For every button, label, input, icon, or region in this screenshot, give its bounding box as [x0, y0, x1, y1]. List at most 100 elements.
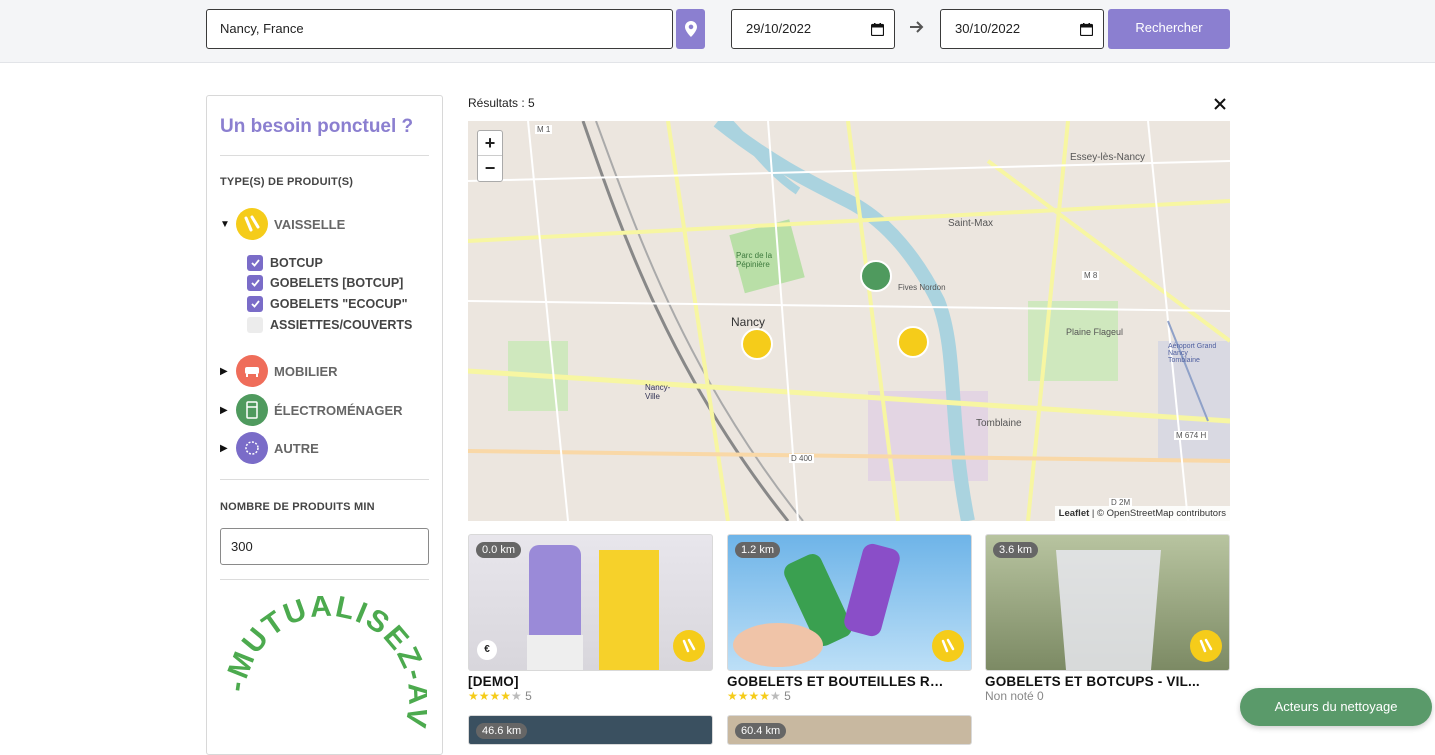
sofa-icon	[236, 355, 268, 387]
map-label: Nancy-Ville	[645, 383, 671, 401]
card-title[interactable]: GOBELETS ET BOUTEILLES RÉ...	[727, 674, 947, 689]
map-label: M 1	[535, 125, 553, 134]
result-card[interactable]: 46.6 km	[468, 715, 713, 745]
fridge-icon	[236, 394, 268, 426]
map-label: Nancy	[731, 315, 766, 329]
map-label: Aéroport Grand Nancy Tomblaine	[1168, 343, 1217, 364]
close-icon[interactable]	[1213, 97, 1227, 111]
calendar-icon[interactable]	[1080, 23, 1093, 36]
leaflet-link[interactable]: Leaflet	[1059, 508, 1090, 519]
map-label: Tomblaine	[976, 418, 1022, 429]
collapsed-triangle-icon[interactable]: ▶	[220, 405, 230, 416]
category-label: ÉLECTROMÉNAGER	[274, 402, 403, 418]
zoom-controls: + −	[477, 130, 503, 182]
map-label: Essey-lès-Nancy	[1070, 152, 1146, 163]
subitem-gobelets-botcup[interactable]: GOBELETS [BOTCUP]	[247, 274, 403, 292]
arrow-right-icon	[910, 21, 924, 33]
category-autre[interactable]: ▶ AUTRE	[220, 431, 319, 465]
subitem-assiettes[interactable]: ASSIETTES/COUVERTS	[247, 316, 412, 334]
card-rating: Non noté 0	[985, 689, 1230, 703]
distance-badge: 1.2 km	[735, 542, 781, 558]
checkbox[interactable]	[247, 317, 263, 333]
map-label: M 8	[1082, 271, 1100, 280]
min-products-input[interactable]: 300	[220, 528, 429, 565]
distance-badge: 0.0 km	[476, 542, 522, 558]
card-title[interactable]: GOBELETS ET BOTCUPS - VIL...	[985, 674, 1205, 689]
map-label: Fives Nordon	[898, 283, 946, 292]
map-marker-botcup-icon[interactable]	[860, 260, 892, 292]
cup-category-icon	[932, 630, 964, 662]
card-image[interactable]: 1.2 km	[727, 534, 972, 671]
results-map[interactable]: Nancy Saint-Max Essey-lès-Nancy Fives No…	[468, 121, 1230, 521]
divider	[220, 479, 429, 480]
divider	[220, 579, 429, 580]
end-date-input[interactable]: 30/10/2022	[940, 9, 1104, 49]
distance-badge: 46.6 km	[476, 723, 528, 739]
zoom-in-button[interactable]: +	[478, 131, 502, 156]
price-badge: €	[477, 640, 497, 660]
cup-category-icon	[673, 630, 705, 662]
rating-value: 5	[784, 689, 791, 703]
subitem-label: BOTCUP	[270, 256, 323, 270]
location-input[interactable]: Nancy, France	[206, 9, 673, 49]
subitem-label: GOBELETS "ECOCUP"	[270, 297, 408, 311]
category-electromenager[interactable]: ▶ ÉLECTROMÉNAGER	[220, 393, 403, 427]
map-label: M 674 H	[1174, 431, 1209, 440]
attribution-text: | © OpenStreetMap contributors	[1091, 508, 1226, 519]
category-label: MOBILIER	[274, 363, 338, 379]
zoom-out-button[interactable]: −	[478, 156, 502, 181]
mutualisez-stamp-logo: -MUTUALISEZ-AV	[227, 596, 427, 732]
result-card[interactable]: 60.4 km	[727, 715, 972, 745]
map-label: Saint-Max	[948, 218, 994, 229]
card-rating: ★★★★★ 5	[468, 689, 713, 703]
svg-text:-MUTUALISEZ-AV: -MUTUALISEZ-AV	[227, 596, 427, 732]
card-title[interactable]: [DEMO]	[468, 674, 688, 689]
rating-value: 5	[525, 689, 532, 703]
cup-icon	[236, 208, 268, 240]
calendar-icon[interactable]	[871, 23, 884, 36]
map-attribution: Leaflet | © OpenStreetMap contributors	[1054, 506, 1230, 521]
cup-category-icon	[1190, 630, 1222, 662]
sidebar-title: Un besoin ponctuel ?	[220, 116, 414, 137]
results-count: Résultats : 5	[468, 96, 535, 110]
card-image[interactable]: 3.6 km	[985, 534, 1230, 671]
expanded-triangle-icon[interactable]: ▼	[220, 219, 230, 230]
subitem-botcup[interactable]: BOTCUP	[247, 254, 323, 272]
map-label: Plaine Flageul	[1066, 327, 1124, 337]
collapsed-triangle-icon[interactable]: ▶	[220, 366, 230, 377]
distance-badge: 3.6 km	[993, 542, 1039, 558]
search-button[interactable]: Rechercher	[1108, 9, 1230, 49]
star-rating-icon: ★★★★★	[727, 689, 781, 703]
product-types-heading: TYPE(S) DE PRODUIT(S)	[220, 176, 354, 188]
map-tiles	[468, 121, 1230, 521]
distance-badge: 60.4 km	[735, 723, 787, 739]
map-marker-cup-icon[interactable]	[897, 326, 929, 358]
card-image[interactable]: 0.0 km €	[468, 534, 713, 671]
other-icon	[236, 432, 268, 464]
divider	[220, 155, 429, 156]
result-card[interactable]: 3.6 km GOBELETS ET BOTCUPS - VIL... Non …	[985, 534, 1230, 703]
star-rating-icon: ★★★★★	[468, 689, 522, 703]
min-products-heading: NOMBRE DE PRODUITS MIN	[220, 501, 375, 513]
checkbox[interactable]	[247, 275, 263, 291]
subitem-label: ASSIETTES/COUVERTS	[270, 318, 413, 332]
checkbox[interactable]	[247, 255, 263, 271]
geolocate-button[interactable]	[676, 9, 705, 49]
filter-sidebar: Un besoin ponctuel ? TYPE(S) DE PRODUIT(…	[206, 95, 443, 755]
category-mobilier[interactable]: ▶ MOBILIER	[220, 354, 338, 388]
category-vaisselle[interactable]: ▼ VAISSELLE	[220, 207, 345, 241]
map-marker-cup-icon[interactable]	[741, 328, 773, 360]
location-pin-icon	[684, 21, 697, 37]
cleaning-actors-button[interactable]: Acteurs du nettoyage	[1240, 688, 1432, 726]
card-rating: ★★★★★ 5	[727, 689, 972, 703]
subitem-gobelets-ecocup[interactable]: GOBELETS "ECOCUP"	[247, 295, 408, 313]
start-date-input[interactable]: 29/10/2022	[731, 9, 895, 49]
collapsed-triangle-icon[interactable]: ▶	[220, 443, 230, 454]
checkbox[interactable]	[247, 296, 263, 312]
category-label: VAISSELLE	[274, 216, 346, 232]
result-card[interactable]: 1.2 km GOBELETS ET BOUTEILLES RÉ... ★★★★…	[727, 534, 972, 703]
category-label: AUTRE	[274, 440, 319, 456]
map-label: Parc de la Pépinière	[736, 251, 773, 269]
subitem-label: GOBELETS [BOTCUP]	[270, 276, 404, 290]
result-card[interactable]: 0.0 km € [DEMO] ★★★★★ 5	[468, 534, 713, 703]
